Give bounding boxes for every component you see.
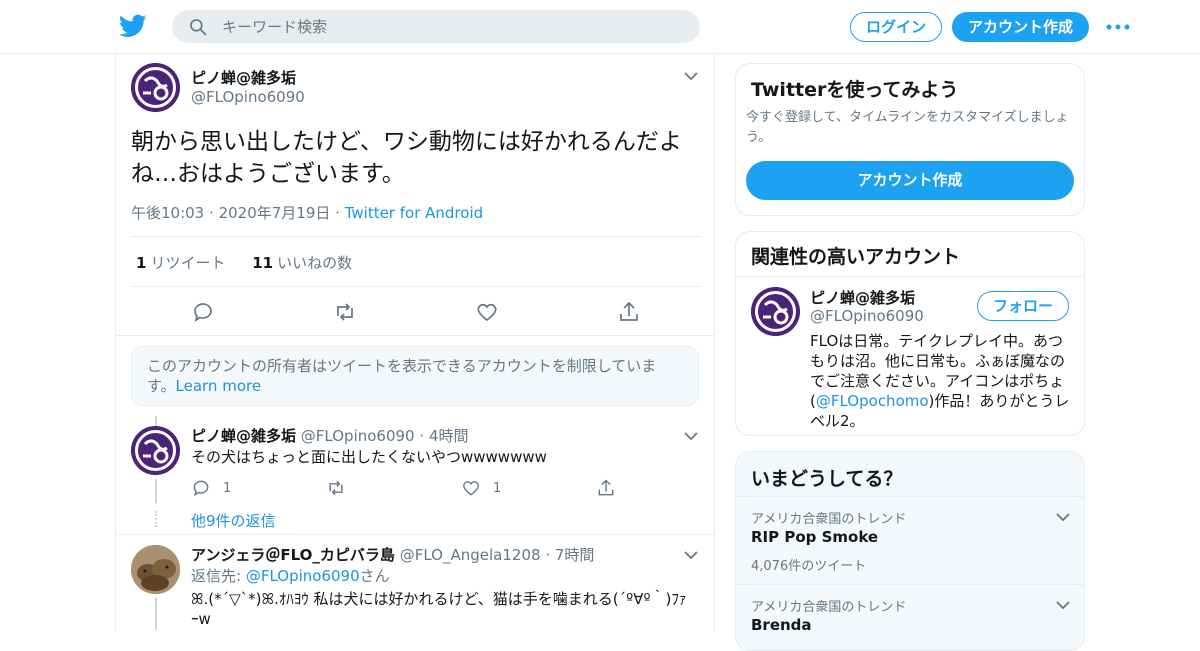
trends-card: いまどうしてる？ アメリカ合衆国のトレンド RIP Pop Smoke 4,07…	[735, 451, 1085, 651]
author-name[interactable]: アンジェラ＠FLO_カピバラ島	[191, 546, 395, 564]
trend-context: アメリカ合衆国のトレンド	[751, 512, 907, 527]
retweet-icon	[329, 480, 343, 496]
card-title: 関連性の高いアカウント	[751, 246, 961, 268]
like-label: いいねの数	[277, 254, 353, 272]
author-name[interactable]: ピノ蝉@雑多垢	[191, 67, 296, 88]
thread-dots	[155, 511, 157, 527]
tweet-meta: 午後10:03 · 2020年7月19日 · Twitter for Andro…	[131, 202, 483, 223]
chevron-down-icon[interactable]	[684, 550, 698, 560]
author-name[interactable]: ピノ蝉@雑多垢	[191, 427, 296, 445]
separator: ·	[545, 546, 555, 564]
author-handle[interactable]: @FLOpino6090	[191, 88, 305, 106]
signup-button[interactable]: アカウント作成	[952, 12, 1089, 42]
share-action[interactable]	[596, 478, 628, 498]
share-icon	[598, 479, 614, 496]
retweet-count: 1	[136, 254, 147, 272]
divider	[736, 276, 1084, 277]
avatar[interactable]	[751, 287, 800, 336]
tweet-date[interactable]: 2020年7月19日	[219, 204, 331, 222]
reply-to-suffix: さん	[359, 567, 390, 585]
twitter-bird-icon[interactable]	[118, 12, 148, 40]
account-bio: FLOは日常。テイクレプレイ中。あつもりは沼。他に日常も。ふぁぼ魔なのでご注意く…	[810, 331, 1072, 431]
account-handle[interactable]: @FLOpino6090	[810, 307, 924, 325]
reply-icon	[193, 480, 209, 497]
trend-name: Brenda	[751, 616, 812, 634]
reply-header: ピノ蝉@雑多垢 @FLOpino6090 · 4時間	[191, 425, 468, 446]
trend-item[interactable]: アメリカ合衆国のトレンド Brenda	[736, 584, 1084, 650]
like-stat[interactable]: 11 いいねの数	[252, 254, 352, 272]
like-count: 11	[252, 254, 274, 272]
chevron-down-icon[interactable]	[684, 431, 698, 441]
divider	[131, 286, 701, 287]
retweet-action[interactable]	[326, 478, 358, 498]
reply-text: ꕤ.(*´▽`*)ꕤ.ｵﾊﾖｳ 私は犬には好かれるけど、猫は手を噛まれる(´º∀…	[191, 590, 687, 628]
reply-to: 返信先: @FLOpino6090さん	[191, 566, 691, 586]
retweet-stat[interactable]: 1 リツイート	[136, 254, 225, 272]
reply-time[interactable]: 4時間	[429, 427, 469, 445]
chevron-down-icon[interactable]	[1056, 512, 1070, 522]
tweet-stats: 1 リツイート 11 いいねの数	[136, 252, 352, 273]
reply-tweet[interactable]: アンジェラ＠FLO_カピバラ島 @FLO_Angela1208 · 7時間 返信…	[116, 544, 714, 630]
reply-action[interactable]: 1	[191, 478, 231, 498]
reply-count: 1	[223, 480, 232, 496]
reply-time[interactable]: 7時間	[555, 546, 595, 564]
author-handle[interactable]: @FLOpino6090	[301, 427, 415, 445]
separator: ·	[335, 204, 345, 222]
login-button[interactable]: ログイン	[850, 12, 942, 42]
card-title: Twitterを使ってみよう	[751, 79, 959, 101]
reply-to-handle-link[interactable]: @FLOpino6090	[246, 567, 360, 585]
tweet-text: 朝から思い出したけど、ワシ動物には好かれるんだよね…おはようございます。	[131, 129, 682, 187]
divider	[131, 236, 701, 237]
top-bar: ログイン アカウント作成	[0, 0, 1200, 54]
reply-to-label: 返信先:	[191, 567, 242, 585]
separator: ·	[209, 204, 219, 222]
follow-button[interactable]: フォロー	[977, 291, 1069, 321]
search-icon	[190, 19, 207, 36]
author-handle[interactable]: @FLO_Angela1208	[400, 546, 541, 564]
bio-mention-link[interactable]: @FLOpochomo	[816, 392, 929, 410]
search-input[interactable]	[222, 10, 682, 43]
card-title: いまどうしてる？	[751, 468, 903, 490]
retweet-label: リツイート	[150, 254, 226, 272]
learn-more-link[interactable]: Learn more	[176, 377, 262, 395]
like-count: 1	[493, 480, 502, 496]
restricted-notice: このアカウントの所有者はツイートを表示できるアカウントを制限しています。Lear…	[131, 346, 699, 406]
like-action[interactable]: 1	[461, 478, 501, 498]
reply-icon[interactable]	[191, 300, 215, 324]
card-subtitle: 今すぐ登録して、タイムラインをカスタマイズしましょう。	[746, 110, 1069, 145]
signup-card: Twitterを使ってみよう 今すぐ登録して、タイムラインをカスタマイズしましょ…	[735, 63, 1085, 216]
chevron-down-icon[interactable]	[1056, 600, 1070, 610]
reply-actions: 1 1	[191, 478, 631, 498]
divider	[116, 534, 714, 535]
more-options-icon[interactable]	[1106, 22, 1130, 32]
tweet-source-link[interactable]: Twitter for Android	[345, 204, 483, 222]
separator: ·	[419, 427, 429, 445]
tweet-time[interactable]: 午後10:03	[131, 204, 204, 222]
related-accounts-card: 関連性の高いアカウント ピノ蝉@雑多垢 @FLOpino6090 フォロー FL…	[735, 231, 1085, 436]
trend-item[interactable]: アメリカ合衆国のトレンド RIP Pop Smoke 4,076件のツイート	[736, 496, 1084, 584]
like-icon[interactable]	[475, 300, 499, 324]
trend-count: 4,076件のツイート	[751, 559, 867, 574]
search-box[interactable]	[172, 10, 700, 43]
retweet-icon[interactable]	[333, 300, 357, 324]
tweet-column: ピノ蝉@雑多垢 @FLOpino6090 朝から思い出したけど、ワシ動物には好か…	[115, 54, 715, 630]
reply-header: アンジェラ＠FLO_カピバラ島 @FLO_Angela1208 · 7時間	[191, 544, 594, 565]
account-name[interactable]: ピノ蝉@雑多垢	[810, 287, 915, 308]
tweet-actions	[191, 300, 651, 324]
like-icon	[463, 481, 479, 496]
trend-name: RIP Pop Smoke	[751, 528, 879, 546]
signup-button[interactable]: アカウント作成	[746, 161, 1074, 200]
reply-text: その犬はちょっと面に出したくないやつwwwwwww	[191, 448, 547, 466]
trend-context: アメリカ合衆国のトレンド	[751, 600, 907, 615]
avatar[interactable]	[131, 63, 180, 112]
more-replies-link[interactable]: 他9件の返信	[191, 510, 276, 531]
chevron-down-icon[interactable]	[684, 71, 698, 81]
share-icon[interactable]	[617, 300, 641, 324]
divider	[116, 335, 714, 336]
